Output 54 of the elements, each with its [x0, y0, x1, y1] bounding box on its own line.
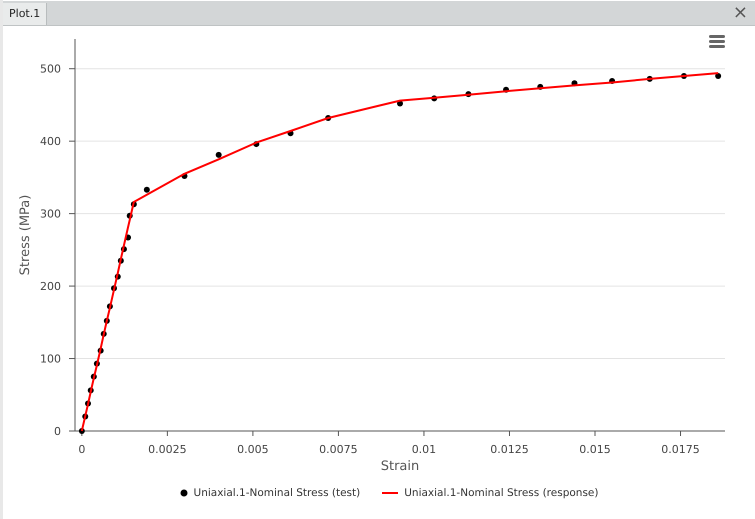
menu-icon[interactable]: [709, 35, 725, 48]
y-tick-label: 100: [40, 352, 61, 366]
data-point: [537, 84, 544, 90]
data-point: [431, 95, 438, 102]
data-point: [288, 130, 294, 136]
data-point: [78, 428, 85, 434]
data-point: [98, 348, 104, 354]
plot-tab[interactable]: Plot.1: [3, 3, 48, 25]
data-point: [609, 78, 616, 84]
data-point: [571, 80, 578, 86]
data-point: [104, 318, 110, 324]
legend-label[interactable]: Uniaxial.1-Nominal Stress (test): [194, 487, 360, 499]
legend-label[interactable]: Uniaxial.1-Nominal Stress (response): [404, 487, 598, 499]
data-point: [88, 387, 94, 394]
data-point: [465, 91, 472, 98]
data-point: [85, 400, 91, 406]
x-tick-label: 0.0075: [319, 443, 358, 456]
close-button[interactable]: ×: [728, 4, 752, 22]
data-point: [114, 274, 121, 280]
x-tick-label: 0.0125: [490, 443, 529, 456]
x-axis-title: Strain: [380, 459, 420, 474]
y-tick-label: 300: [40, 208, 61, 221]
data-point: [126, 212, 133, 219]
data-point: [100, 330, 107, 337]
data-point: [130, 201, 137, 208]
data-point: [715, 72, 722, 79]
data-point: [106, 303, 113, 310]
data-point: [94, 360, 100, 367]
data-point: [646, 76, 653, 82]
data-point: [325, 114, 332, 121]
y-tick-label: 500: [40, 62, 61, 76]
data-point: [111, 285, 117, 292]
data-point: [397, 100, 403, 106]
data-point: [181, 172, 188, 179]
x-tick-label: 0.005: [237, 443, 269, 456]
data-point: [503, 86, 510, 93]
data-point: [125, 234, 132, 241]
data-point: [120, 246, 127, 252]
x-tick-label: 0.01: [412, 443, 436, 456]
x-tick-label: 0: [78, 443, 86, 456]
data-point: [82, 414, 88, 420]
data-point: [118, 258, 124, 264]
x-tick-label: 0.0175: [661, 443, 700, 456]
data-point: [216, 152, 222, 158]
y-axis-title: Stress (MPa): [18, 194, 33, 276]
x-tick-label: 0.0025: [148, 443, 187, 456]
data-point: [90, 374, 97, 380]
data-point: [680, 72, 687, 79]
y-tick-label: 200: [40, 280, 61, 294]
data-point: [144, 186, 150, 193]
x-tick-label: 0.015: [579, 443, 611, 456]
data-point: [253, 141, 260, 148]
y-tick-label: 400: [40, 135, 61, 148]
y-tick-label: 0: [54, 425, 61, 438]
